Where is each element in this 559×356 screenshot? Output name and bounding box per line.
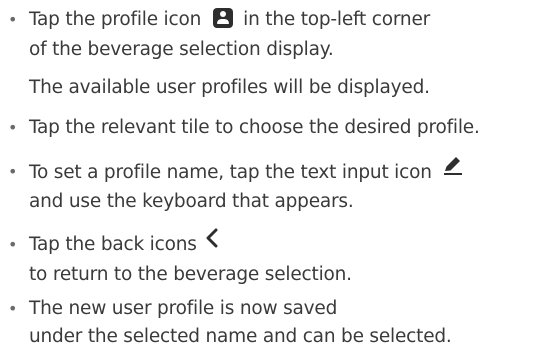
instruction-item: • Tap the relevant tile to choose the de… [0, 113, 559, 145]
bullet: • [8, 162, 18, 181]
instruction-line: The available user profiles will be disp… [29, 77, 430, 98]
instruction-line: of the beverage selection display. [29, 39, 334, 60]
chevron-left-icon [205, 228, 219, 258]
instruction-line: Tap the relevant tile to choose the desi… [29, 117, 480, 138]
instruction-line: To set a profile name, tap the text inpu… [29, 157, 464, 189]
bullet: • [8, 118, 18, 137]
instruction-item: • To set a profile name, tap the text in… [0, 157, 559, 219]
instruction-text: To set a profile name, tap the text inpu… [29, 162, 432, 183]
instruction-line: to return to the beverage selection. [29, 264, 352, 285]
bullet: • [8, 235, 18, 254]
instruction-line: under the selected name and can be selec… [29, 326, 452, 347]
instruction-text: Tap the back icons [29, 234, 197, 255]
instruction-line: Tap the profile icon in the top-left corn… [29, 5, 430, 35]
instruction-line: and use the keyboard that appears. [29, 191, 354, 212]
instruction-text: in the top-left corner [243, 9, 431, 30]
instruction-item: • The new user profile is now saved unde… [0, 294, 559, 356]
instruction-line: Tap the back icons [29, 228, 219, 260]
instruction-line: The new user profile is now saved [29, 298, 338, 319]
instruction-text: Tap the profile icon [29, 9, 202, 30]
instruction-list: • Tap the profile icon in the top-left co… [0, 0, 559, 356]
bullet: • [8, 299, 18, 318]
instruction-item: • Tap the back icons to return to the be… [0, 228, 559, 292]
instruction-item: • Tap the profile icon in the top-left co… [0, 5, 559, 115]
bullet: • [8, 10, 18, 29]
pencil-edit-icon [442, 154, 464, 186]
profile-icon [213, 8, 234, 28]
